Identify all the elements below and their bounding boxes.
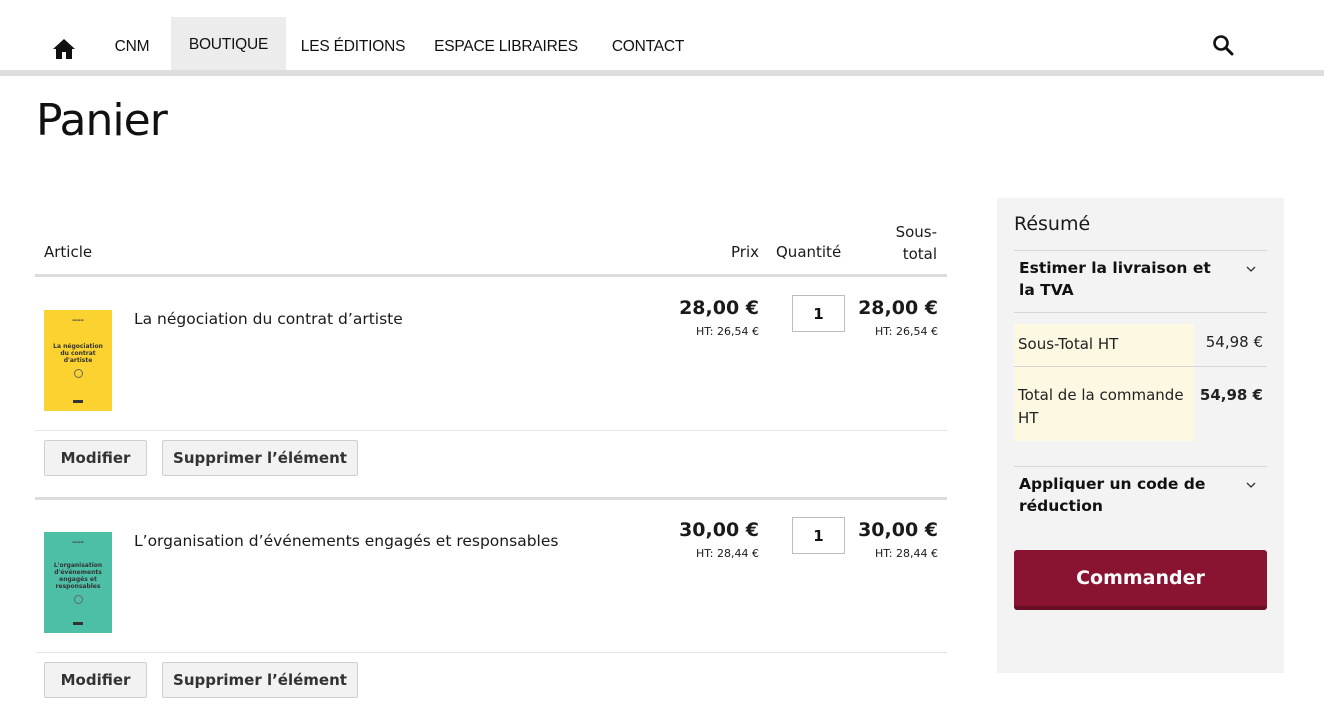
delete-item-button[interactable]: Supprimer l’élément	[162, 440, 358, 476]
chevron-down-icon[interactable]	[1246, 264, 1256, 274]
checkout-button[interactable]: Commander	[1014, 550, 1267, 610]
subtotal-label: Sous-Total HT	[1014, 324, 1194, 366]
cover-title: La négociation du contrat d'artiste	[53, 343, 103, 364]
estimate-shipping-toggle[interactable]: Estimer la livraison et la TVA	[1019, 257, 1229, 301]
item-divider	[35, 652, 947, 653]
product-cover-image[interactable]: ▬▬▬▬ L'organisation d'événements engagés…	[44, 532, 112, 633]
header-subtotal-line2: total	[902, 245, 937, 263]
search-icon[interactable]	[1212, 34, 1234, 56]
nav-item-les-editions[interactable]: LES ÉDITIONS	[291, 17, 415, 76]
subtotal-row: Sous-Total HT 54,98 €	[1014, 324, 1267, 366]
header-quantity: Quantité	[776, 243, 842, 261]
apply-coupon-toggle[interactable]: Appliquer un code de réduction	[1019, 473, 1229, 517]
nav-item-cnm[interactable]: CNM	[98, 17, 166, 76]
nav-item-boutique[interactable]: BOUTIQUE	[171, 17, 286, 76]
delete-item-button[interactable]: Supprimer l’élément	[162, 662, 358, 698]
cover-publisher-logo	[73, 400, 83, 403]
cover-author-mark: ▬▬▬▬	[72, 540, 84, 544]
cover-badge	[73, 369, 83, 378]
order-total-row: Total de la commande HT 54,98 €	[1014, 367, 1267, 441]
order-total-value: 54,98 €	[1199, 386, 1263, 404]
item-price-ht: HT: 26,54 €	[696, 325, 759, 338]
item-price-ht: HT: 28,44 €	[696, 547, 759, 560]
item-separator	[35, 497, 947, 500]
order-total-label: Total de la commande HT	[1014, 367, 1194, 441]
item-subtotal: 30,00 €	[858, 519, 938, 541]
summary-title: Résumé	[1014, 213, 1091, 235]
home-icon[interactable]	[52, 38, 76, 60]
cover-publisher-logo	[73, 622, 83, 625]
table-header-divider	[35, 274, 947, 277]
top-navigation: CNM BOUTIQUE LES ÉDITIONS ESPACE LIBRAIR…	[0, 0, 1324, 76]
item-subtotal-ht: HT: 28,44 €	[875, 547, 938, 560]
cover-author-mark: ▬▬▬▬	[72, 318, 84, 322]
nav-item-contact[interactable]: CONTACT	[597, 17, 699, 76]
edit-item-button[interactable]: Modifier	[44, 440, 147, 476]
header-price: Prix	[731, 243, 759, 261]
cover-title: L'organisation d'événements engagés et r…	[53, 561, 103, 590]
summary-divider	[1014, 250, 1267, 251]
header-subtotal: Sous- total	[870, 221, 937, 265]
item-divider	[35, 430, 947, 431]
page-title: Panier	[36, 95, 168, 146]
header-subtotal-line1: Sous-	[895, 223, 937, 241]
product-name-link[interactable]: La négociation du contrat d’artiste	[134, 310, 403, 328]
item-price: 30,00 €	[679, 519, 759, 541]
nav-item-espace-libraires[interactable]: ESPACE LIBRAIRES	[425, 17, 587, 76]
quantity-input[interactable]	[792, 517, 845, 554]
summary-divider	[1014, 312, 1267, 313]
chevron-down-icon[interactable]	[1246, 480, 1256, 490]
nav-divider	[0, 70, 1324, 76]
cover-badge	[73, 594, 83, 604]
item-price: 28,00 €	[679, 297, 759, 319]
quantity-input[interactable]	[792, 295, 845, 332]
edit-item-button[interactable]: Modifier	[44, 662, 147, 698]
product-cover-image[interactable]: ▬▬▬▬ La négociation du contrat d'artiste	[44, 310, 112, 411]
product-name-link[interactable]: L’organisation d’événements engagés et r…	[134, 532, 558, 550]
subtotal-value: 54,98 €	[1205, 333, 1263, 351]
summary-divider	[1014, 466, 1267, 467]
header-article: Article	[44, 243, 93, 261]
item-subtotal: 28,00 €	[858, 297, 938, 319]
item-subtotal-ht: HT: 26,54 €	[875, 325, 938, 338]
